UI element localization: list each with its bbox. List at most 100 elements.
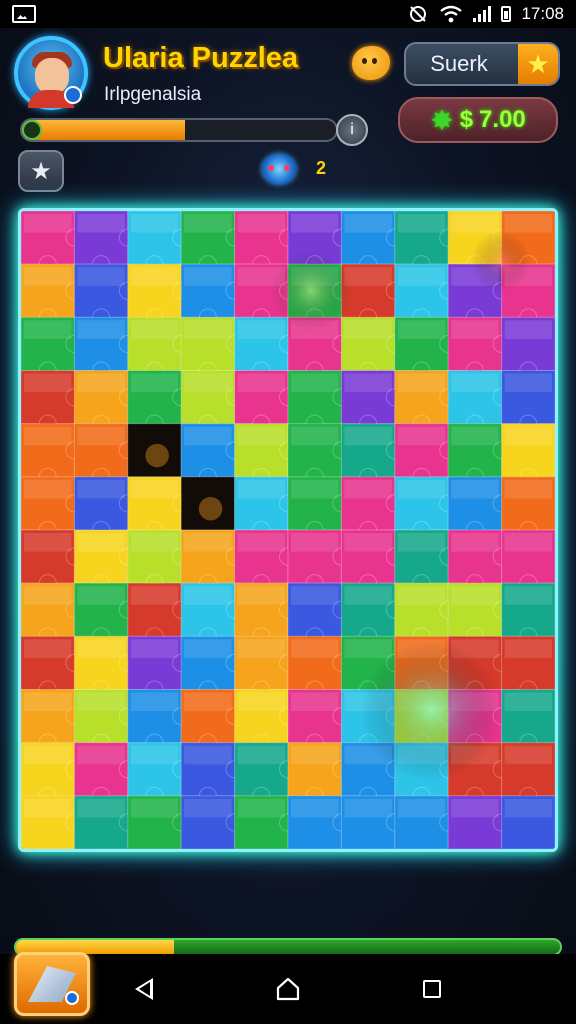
empty-piece-slot[interactable] <box>180 476 236 531</box>
puzzle-piece[interactable] <box>73 635 137 699</box>
puzzle-piece[interactable] <box>394 423 458 486</box>
puzzle-piece[interactable] <box>394 582 458 646</box>
puzzle-piece[interactable] <box>501 635 555 699</box>
puzzle-piece[interactable] <box>394 211 458 274</box>
puzzle-piece[interactable] <box>340 316 404 380</box>
puzzle-piece[interactable] <box>287 689 351 752</box>
puzzle-piece[interactable] <box>501 689 555 752</box>
puzzle-piece[interactable] <box>73 316 137 380</box>
puzzle-piece[interactable] <box>287 635 351 699</box>
puzzle-piece[interactable] <box>127 795 191 849</box>
puzzle-piece[interactable] <box>73 689 137 752</box>
puzzle-piece[interactable] <box>287 582 351 646</box>
app-shortcut-button[interactable] <box>14 952 90 1016</box>
puzzle-piece[interactable] <box>21 795 84 849</box>
puzzle-piece[interactable] <box>180 742 244 805</box>
hint-icon[interactable] <box>262 154 296 184</box>
puzzle-piece[interactable] <box>180 689 244 752</box>
favorite-button[interactable]: ★ <box>18 150 64 192</box>
puzzle-piece[interactable] <box>73 423 137 486</box>
puzzle-piece[interactable] <box>127 529 191 593</box>
puzzle-piece[interactable] <box>234 529 298 593</box>
puzzle-piece[interactable] <box>234 316 298 380</box>
puzzle-piece[interactable] <box>394 370 458 433</box>
puzzle-piece[interactable] <box>394 529 458 593</box>
puzzle-piece[interactable] <box>21 370 84 433</box>
puzzle-piece[interactable] <box>287 529 351 593</box>
puzzle-piece[interactable] <box>447 476 511 540</box>
puzzle-piece[interactable] <box>127 582 191 646</box>
search-button[interactable]: Suerk ★ <box>404 42 560 86</box>
puzzle-board[interactable] <box>18 208 558 852</box>
puzzle-piece[interactable] <box>21 476 84 540</box>
puzzle-piece[interactable] <box>501 316 555 380</box>
puzzle-piece[interactable] <box>340 211 404 274</box>
puzzle-piece[interactable] <box>127 742 191 805</box>
puzzle-piece[interactable] <box>180 316 244 380</box>
recent-apps-button[interactable] <box>402 954 462 1024</box>
puzzle-piece[interactable] <box>501 529 555 593</box>
puzzle-piece[interactable] <box>127 689 191 752</box>
puzzle-piece[interactable] <box>340 529 404 593</box>
puzzle-piece[interactable] <box>234 582 298 646</box>
puzzle-piece[interactable] <box>340 370 404 433</box>
puzzle-piece[interactable] <box>447 582 511 646</box>
puzzle-piece[interactable] <box>501 795 555 849</box>
puzzle-piece[interactable] <box>340 476 404 540</box>
puzzle-piece[interactable] <box>73 263 137 327</box>
puzzle-piece[interactable] <box>180 263 244 327</box>
home-button[interactable] <box>258 954 318 1024</box>
score-badge[interactable]: ✸ $ 7.00 <box>398 97 558 143</box>
puzzle-piece[interactable] <box>287 795 351 849</box>
puzzle-piece[interactable] <box>234 423 298 486</box>
puzzle-piece[interactable] <box>73 370 137 433</box>
puzzle-piece[interactable] <box>287 423 351 486</box>
back-button[interactable] <box>114 954 174 1024</box>
puzzle-piece[interactable] <box>340 423 404 486</box>
puzzle-piece[interactable] <box>21 742 84 805</box>
puzzle-piece[interactable] <box>501 582 555 646</box>
puzzle-piece[interactable] <box>501 476 555 540</box>
puzzle-piece[interactable] <box>394 795 458 849</box>
puzzle-piece[interactable] <box>180 211 244 274</box>
player-avatar[interactable] <box>14 36 88 110</box>
puzzle-piece[interactable] <box>340 582 404 646</box>
puzzle-piece[interactable] <box>447 316 511 380</box>
puzzle-piece[interactable] <box>287 742 351 805</box>
puzzle-piece[interactable] <box>394 263 458 327</box>
puzzle-piece[interactable] <box>501 423 555 486</box>
puzzle-piece[interactable] <box>180 635 244 699</box>
puzzle-piece[interactable] <box>21 582 84 646</box>
puzzle-piece[interactable] <box>21 423 84 486</box>
puzzle-piece[interactable] <box>73 795 137 849</box>
puzzle-piece[interactable] <box>127 211 191 274</box>
puzzle-piece[interactable] <box>234 370 298 433</box>
puzzle-piece[interactable] <box>340 795 404 849</box>
puzzle-piece[interactable] <box>447 795 511 849</box>
puzzle-piece[interactable] <box>21 211 84 274</box>
puzzle-piece[interactable] <box>21 635 84 699</box>
puzzle-piece[interactable] <box>234 635 298 699</box>
puzzle-piece[interactable] <box>287 476 351 540</box>
puzzle-piece[interactable] <box>73 582 137 646</box>
puzzle-piece[interactable] <box>127 635 191 699</box>
puzzle-piece[interactable] <box>127 263 191 327</box>
puzzle-piece[interactable] <box>447 529 511 593</box>
puzzle-piece[interactable] <box>234 742 298 805</box>
puzzle-piece[interactable] <box>180 370 244 433</box>
puzzle-piece[interactable] <box>73 529 137 593</box>
puzzle-piece[interactable] <box>180 582 244 646</box>
puzzle-piece[interactable] <box>180 795 244 849</box>
puzzle-piece[interactable] <box>501 742 555 805</box>
puzzle-piece[interactable] <box>127 476 191 540</box>
puzzle-piece[interactable] <box>394 476 458 540</box>
empty-piece-slot[interactable] <box>127 423 182 478</box>
info-icon[interactable]: i <box>336 114 368 146</box>
puzzle-piece[interactable] <box>73 742 137 805</box>
puzzle-piece[interactable] <box>447 370 511 433</box>
puzzle-piece[interactable] <box>21 529 84 593</box>
puzzle-piece[interactable] <box>180 529 244 593</box>
puzzle-piece[interactable] <box>127 370 191 433</box>
puzzle-piece[interactable] <box>234 795 298 849</box>
puzzle-piece[interactable] <box>73 211 137 274</box>
